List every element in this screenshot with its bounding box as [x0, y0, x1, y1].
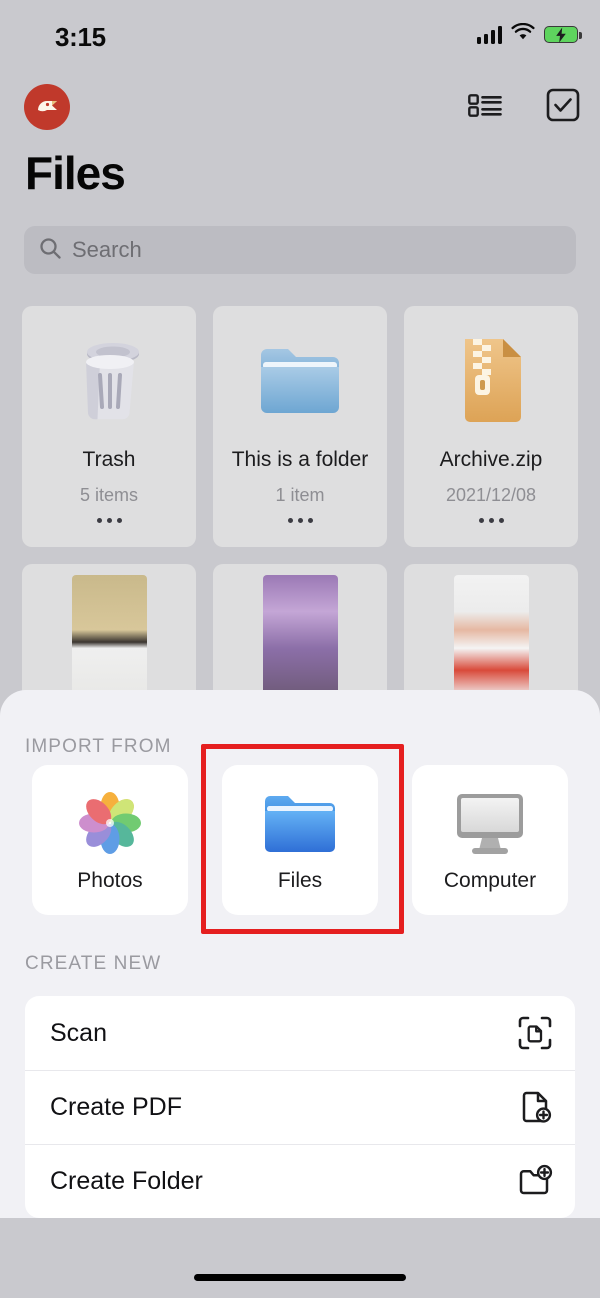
file-grid: Trash 5 items This is a folder 1 item Ar…	[22, 306, 578, 547]
file-card-trash[interactable]: Trash 5 items	[22, 306, 196, 547]
file-meta: 1 item	[275, 485, 325, 505]
import-option-files[interactable]: Files	[222, 765, 378, 915]
more-options-icon[interactable]	[287, 518, 313, 523]
file-name: This is a folder	[231, 448, 369, 471]
import-option-label: Files	[277, 869, 323, 892]
file-name: Trash	[82, 448, 136, 471]
photos-app-icon	[74, 787, 146, 859]
list-view-icon[interactable]	[468, 90, 502, 125]
battery-charging-icon	[544, 26, 582, 43]
document-plus-icon	[517, 1089, 553, 1125]
create-section-label: CREATE NEW	[25, 953, 162, 974]
account-avatar-icon[interactable]	[24, 84, 70, 130]
select-checkbox-icon[interactable]	[546, 88, 580, 127]
import-options-row: Photos Files Computer	[32, 765, 568, 915]
create-new-list: Scan Create PDF Create Folder	[25, 996, 575, 1218]
import-option-photos[interactable]: Photos	[32, 765, 188, 915]
file-meta: 5 items	[79, 485, 139, 505]
cellular-signal-icon	[476, 25, 502, 44]
create-row-label: Scan	[50, 1018, 107, 1047]
search-icon	[38, 236, 62, 265]
zip-archive-icon	[455, 334, 527, 426]
search-placeholder: Search	[72, 237, 142, 262]
wifi-icon	[511, 22, 535, 46]
status-indicators	[476, 22, 582, 46]
trash-can-icon	[72, 334, 146, 426]
search-input[interactable]: Search	[24, 226, 576, 274]
nav-bar	[0, 70, 600, 142]
file-card-folder[interactable]: This is a folder 1 item	[213, 306, 387, 547]
status-bar: 3:15	[0, 0, 600, 62]
computer-monitor-icon	[452, 787, 528, 859]
import-option-label: Computer	[443, 869, 537, 892]
phone-screen: 3:15 Files Search Trash 5 items This is …	[0, 0, 600, 1298]
more-options-icon[interactable]	[96, 518, 122, 523]
import-section-label: IMPORT FROM	[25, 736, 172, 757]
create-row-create-folder[interactable]: Create Folder	[25, 1144, 575, 1218]
create-row-create-pdf[interactable]: Create PDF	[25, 1070, 575, 1144]
import-option-label: Photos	[77, 869, 143, 892]
home-indicator[interactable]	[194, 1274, 406, 1281]
import-option-computer[interactable]: Computer	[412, 765, 568, 915]
files-folder-icon	[262, 787, 338, 859]
create-row-label: Create PDF	[50, 1092, 182, 1121]
scan-document-icon	[517, 1015, 553, 1051]
nav-actions	[468, 88, 580, 127]
file-meta: 2021/12/08	[445, 485, 537, 505]
create-row-scan[interactable]: Scan	[25, 996, 575, 1070]
file-card-archive[interactable]: Archive.zip 2021/12/08	[404, 306, 578, 547]
folder-icon	[257, 334, 343, 426]
page-title: Files	[25, 147, 126, 199]
folder-plus-icon	[517, 1163, 553, 1199]
more-options-icon[interactable]	[478, 518, 504, 523]
status-time: 3:15	[55, 22, 106, 52]
file-name: Archive.zip	[439, 448, 543, 471]
create-row-label: Create Folder	[50, 1166, 203, 1195]
